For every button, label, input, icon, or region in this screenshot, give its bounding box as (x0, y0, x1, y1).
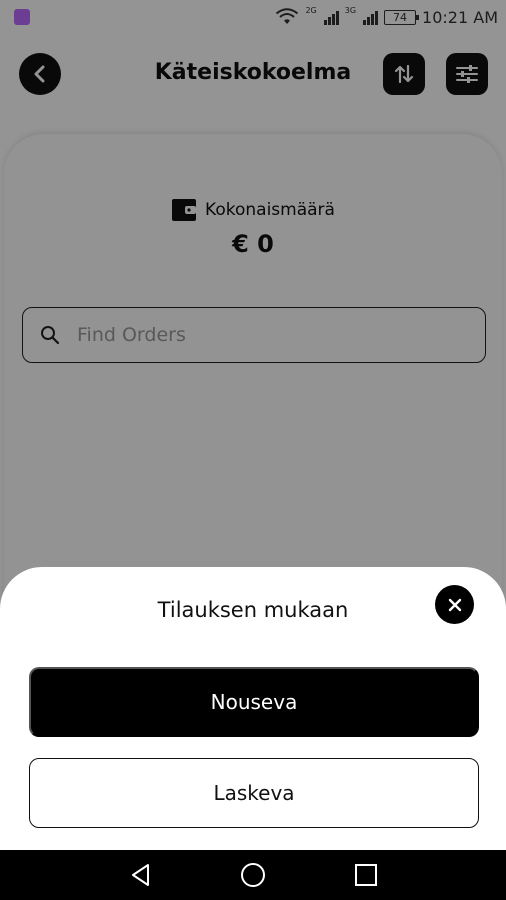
system-navigation-bar (0, 850, 506, 900)
nav-home-button[interactable] (240, 862, 266, 888)
sheet-title: Tilauksen mukaan (157, 598, 349, 622)
sort-bottom-sheet: Tilauksen mukaan Nouseva Laskeva (0, 567, 506, 850)
square-recent-icon (355, 864, 377, 886)
circle-home-icon (241, 863, 265, 887)
sort-ascending-button[interactable]: Nouseva (29, 667, 479, 737)
sort-descending-button[interactable]: Laskeva (29, 758, 479, 828)
nav-recent-apps-button[interactable] (353, 862, 379, 888)
close-icon (448, 598, 461, 611)
close-button[interactable] (435, 585, 474, 624)
triangle-back-icon (132, 864, 149, 886)
nav-back-button[interactable] (128, 862, 154, 888)
